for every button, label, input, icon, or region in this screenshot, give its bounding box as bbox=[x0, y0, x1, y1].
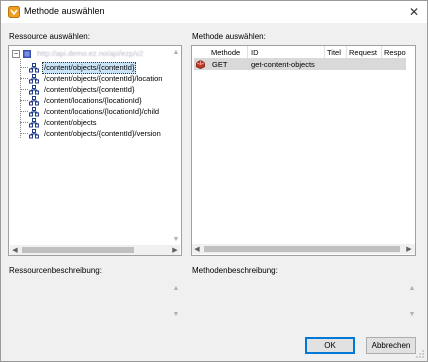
method-description-scroll-up-arrow[interactable]: ▲ bbox=[407, 283, 417, 293]
resource-description-scroll-up-arrow[interactable]: ▲ bbox=[171, 283, 181, 293]
method-dialog-icon bbox=[8, 6, 20, 18]
tree-item[interactable]: /content/objects bbox=[29, 117, 99, 128]
column-header-titel[interactable]: Titel bbox=[327, 48, 341, 57]
tree-collapse-toggle[interactable]: − bbox=[12, 50, 20, 58]
tree-item[interactable]: /content/locations/{locationId} bbox=[29, 95, 144, 106]
tree-item[interactable]: /content/locations/{locationId}/child bbox=[29, 106, 161, 117]
tree-root-label: http://api.demo.ez.no/api/ezp/v2 bbox=[37, 48, 144, 58]
tree-scroll-up-arrow[interactable]: ▲ bbox=[171, 47, 181, 57]
tree-item-label: /content/objects/{contentId}/version bbox=[44, 128, 161, 138]
resize-grip-icon[interactable] bbox=[416, 350, 424, 358]
title-bar: Methode auswählen ✕ bbox=[1, 1, 427, 23]
cell-method: GET bbox=[212, 60, 228, 69]
method-select-label: Methode auswählen: bbox=[192, 32, 266, 41]
scroll-right-arrow-icon[interactable]: ▶ bbox=[404, 244, 414, 254]
api-root-icon bbox=[23, 49, 31, 58]
method-table-horizontal-scrollbar[interactable]: ◀ ▶ bbox=[192, 244, 415, 254]
column-header-response[interactable]: Respo bbox=[384, 48, 406, 57]
tree-item-label: /content/locations/{locationId}/child bbox=[44, 106, 160, 116]
method-description-label: Methodenbeschreibung: bbox=[192, 266, 278, 275]
scroll-left-arrow-icon[interactable]: ◀ bbox=[10, 245, 20, 255]
method-table[interactable] bbox=[191, 45, 416, 256]
resource-node-icon bbox=[29, 117, 39, 127]
tree-root[interactable]: http://api.demo.ez.no/api/ezp/v2 bbox=[22, 48, 145, 59]
method-select-dialog: Methode auswählen ✕ Ressource auswählen:… bbox=[0, 0, 428, 362]
tree-item[interactable]: /content/objects/{contentId} bbox=[29, 61, 137, 74]
method-description-scroll-down-arrow[interactable]: ▼ bbox=[407, 309, 417, 319]
cancel-button[interactable]: Abbrechen bbox=[366, 337, 416, 354]
column-header-methode[interactable]: Methode bbox=[211, 48, 240, 57]
column-header-request[interactable]: Request bbox=[349, 48, 377, 57]
tree-item[interactable]: /content/objects/{contentId} bbox=[29, 84, 136, 95]
tree-item-label: /content/objects bbox=[44, 117, 97, 127]
tree-scroll-down-arrow[interactable]: ▼ bbox=[171, 234, 181, 244]
scroll-thumb[interactable] bbox=[22, 247, 134, 253]
tree-item-label: /content/objects/{contentId} bbox=[44, 84, 135, 94]
resource-description-scroll-down-arrow[interactable]: ▼ bbox=[171, 309, 181, 319]
tree-item-label: /content/locations/{locationId} bbox=[44, 95, 142, 105]
scroll-thumb[interactable] bbox=[204, 246, 400, 252]
cell-id: get-content-objects bbox=[251, 60, 315, 69]
resource-node-icon bbox=[29, 84, 39, 94]
tree-horizontal-scrollbar[interactable]: ◀ ▶ bbox=[10, 245, 180, 255]
ok-button[interactable]: OK bbox=[305, 337, 355, 354]
tree-item-label: /content/objects/{contentId}/location bbox=[44, 73, 163, 83]
resource-node-icon bbox=[29, 95, 39, 105]
resource-select-label: Ressource auswählen: bbox=[9, 32, 90, 41]
resource-node-icon bbox=[29, 73, 39, 83]
resource-node-icon bbox=[29, 62, 39, 72]
resource-node-icon bbox=[29, 106, 39, 116]
dialog-title: Methode auswählen bbox=[24, 6, 105, 16]
close-icon: ✕ bbox=[408, 5, 420, 19]
get-method-icon bbox=[196, 60, 205, 69]
column-header-id[interactable]: ID bbox=[251, 48, 259, 57]
close-button[interactable]: ✕ bbox=[401, 1, 427, 23]
resource-node-icon bbox=[29, 128, 39, 138]
resource-tree[interactable]: − http://api.demo.ez.no/api/ezp/v2 /cont… bbox=[8, 45, 182, 256]
resource-description-label: Ressourcenbeschreibung: bbox=[9, 266, 102, 275]
scroll-right-arrow-icon[interactable]: ▶ bbox=[170, 245, 180, 255]
tree-item-label: /content/objects/{contentId} bbox=[42, 61, 137, 74]
scroll-left-arrow-icon[interactable]: ◀ bbox=[192, 244, 202, 254]
tree-item[interactable]: /content/objects/{contentId}/location bbox=[29, 73, 164, 84]
tree-item[interactable]: /content/objects/{contentId}/version bbox=[29, 128, 163, 139]
